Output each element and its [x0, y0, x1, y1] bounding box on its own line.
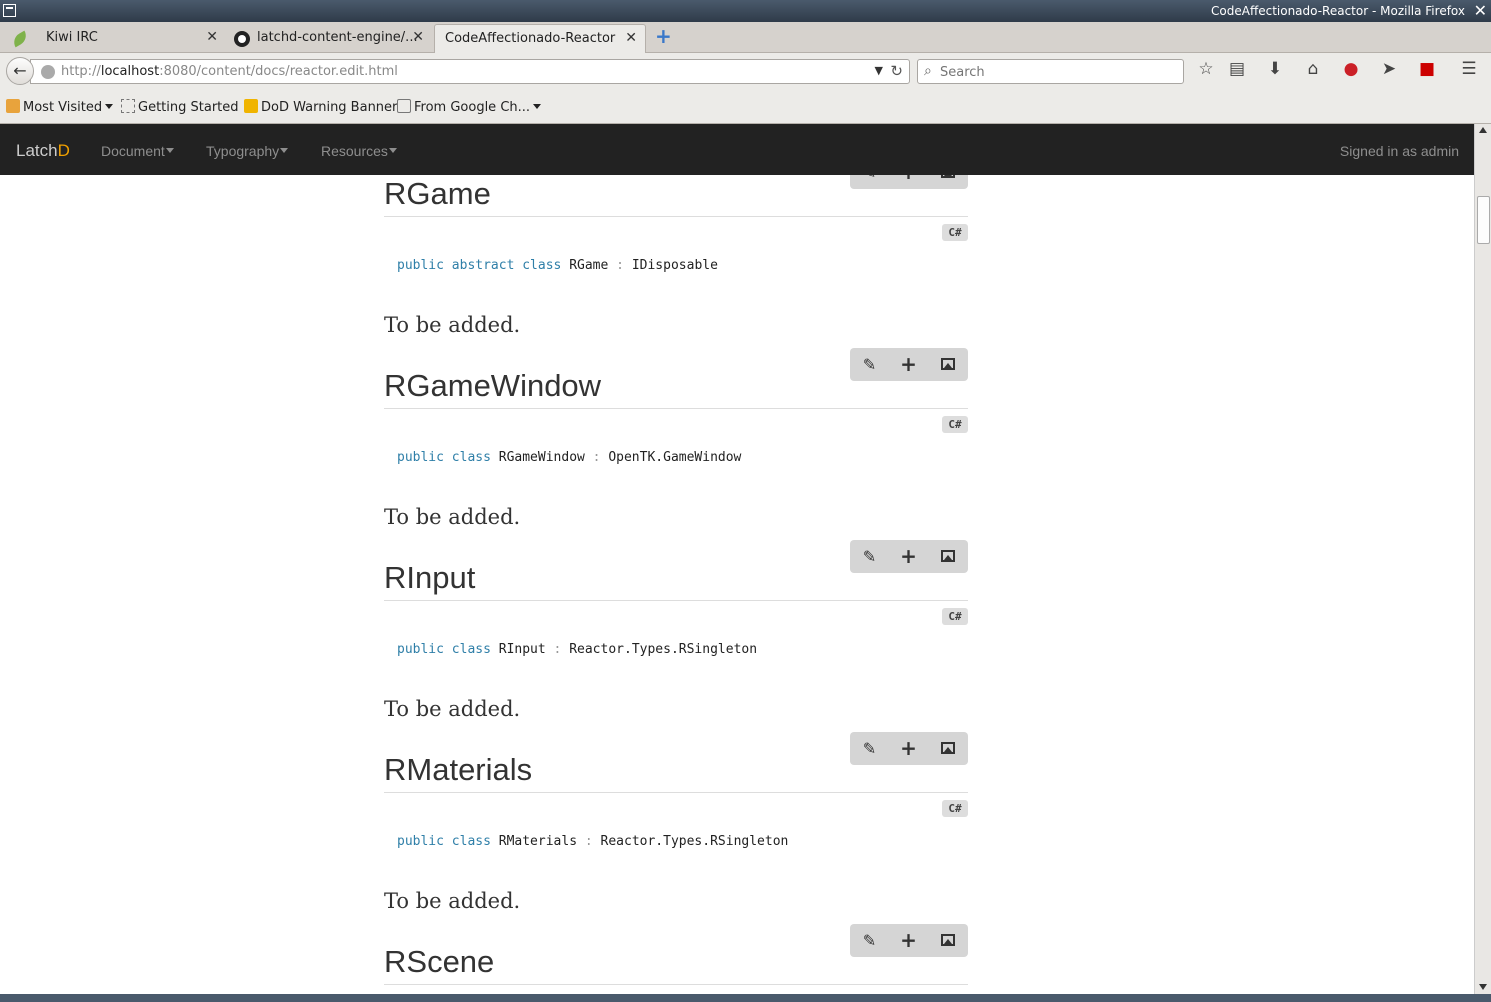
- site-identity-icon[interactable]: [41, 65, 55, 79]
- tab-close-icon[interactable]: ✕: [206, 29, 218, 45]
- section-divider: [384, 600, 968, 601]
- signed-in-user[interactable]: Signed in as admin: [1340, 143, 1459, 159]
- window-close-icon[interactable]: ✕: [1474, 1, 1487, 20]
- window-title: CodeAffectionado-Reactor - Mozilla Firef…: [1211, 4, 1465, 18]
- chevron-down-icon: [388, 148, 397, 153]
- search-icon: ⌕: [924, 63, 932, 79]
- language-badge: C#: [942, 416, 968, 433]
- url-history-dropdown-icon[interactable]: ▼: [875, 64, 883, 77]
- language-badge: C#: [942, 608, 968, 625]
- section-toolbar: ✎ +: [850, 732, 968, 765]
- page-viewport: LatchD Document Typography Resources Sig…: [0, 124, 1474, 994]
- code-signature: public class RMaterials : Reactor.Types.…: [397, 834, 789, 849]
- section-title: RScene: [384, 944, 495, 979]
- chevron-down-icon: [105, 104, 114, 109]
- chevron-down-icon: [165, 148, 174, 153]
- home-icon[interactable]: ⌂: [1300, 59, 1326, 83]
- section-toolbar: ✎ +: [850, 540, 968, 573]
- section-description: To be added.: [384, 505, 521, 529]
- chevron-down-icon: [533, 104, 542, 109]
- section-toolbar: ✎ +: [850, 924, 968, 957]
- downloads-icon[interactable]: ⬇: [1262, 59, 1288, 83]
- tab-close-icon[interactable]: ✕: [412, 29, 424, 45]
- add-plus-icon[interactable]: +: [889, 732, 928, 765]
- tab-codeaffectionado-reactor[interactable]: CodeAffectionado-Reactor ✕: [434, 24, 646, 53]
- brand-logo[interactable]: LatchD: [16, 141, 70, 161]
- scroll-up-icon[interactable]: [1479, 127, 1487, 133]
- section-description: To be added.: [384, 889, 521, 913]
- edit-pencil-icon[interactable]: ✎: [850, 348, 889, 381]
- section-divider: [384, 984, 968, 985]
- section-title: RGameWindow: [384, 368, 602, 403]
- tab-latchd-github[interactable]: latchd-content-engine/... ✕: [226, 24, 432, 53]
- scroll-down-icon[interactable]: [1479, 984, 1487, 990]
- tab-kiwi-irc[interactable]: Kiwi IRC ✕: [0, 24, 226, 53]
- bookmark-star-icon[interactable]: ☆: [1193, 59, 1219, 83]
- reload-icon[interactable]: ↻: [890, 62, 903, 80]
- page-icon: [121, 99, 135, 113]
- section-title: RInput: [384, 560, 476, 595]
- bookmarks-toolbar: Most Visited Getting Started DoD Warning…: [0, 89, 1491, 124]
- url-text[interactable]: http://localhost:8080/content/docs/react…: [61, 64, 398, 79]
- tab-label: latchd-content-engine/...: [257, 30, 418, 45]
- hamburger-menu-icon[interactable]: ☰: [1456, 59, 1482, 83]
- nav-document[interactable]: Document: [101, 143, 174, 159]
- insert-image-icon[interactable]: [928, 924, 967, 957]
- window-bottom-border: [0, 994, 1491, 1002]
- chevron-down-icon: [280, 148, 289, 153]
- insert-image-icon[interactable]: [928, 732, 967, 765]
- insert-image-icon[interactable]: [928, 540, 967, 573]
- github-icon: [234, 31, 250, 47]
- kiwi-leaf-icon: [10, 30, 30, 48]
- section-description: To be added.: [384, 697, 521, 721]
- window-title-bar: CodeAffectionado-Reactor - Mozilla Firef…: [0, 0, 1491, 22]
- section-divider: [384, 216, 968, 217]
- app-navbar: LatchD Document Typography Resources Sig…: [0, 124, 1474, 175]
- bookmark-from-google-chrome[interactable]: From Google Ch...: [397, 99, 542, 115]
- section-toolbar: ✎ +: [850, 348, 968, 381]
- edit-pencil-icon[interactable]: ✎: [850, 540, 889, 573]
- tab-label: CodeAffectionado-Reactor: [445, 31, 616, 46]
- back-button[interactable]: ←: [6, 57, 34, 85]
- bookmark-getting-started[interactable]: Getting Started: [121, 99, 239, 115]
- tab-close-icon[interactable]: ✕: [625, 30, 637, 46]
- code-signature: public class RInput : Reactor.Types.RSin…: [397, 642, 758, 657]
- pinterest-icon[interactable]: ●: [1338, 59, 1364, 83]
- scrollbar-thumb[interactable]: [1477, 196, 1490, 244]
- section-divider: [384, 408, 968, 409]
- edit-pencil-icon[interactable]: ✎: [850, 924, 889, 957]
- language-badge: C#: [942, 800, 968, 817]
- section-divider: [384, 792, 968, 793]
- add-plus-icon[interactable]: +: [889, 924, 928, 957]
- search-bar[interactable]: ⌕: [917, 59, 1184, 84]
- bookmark-most-visited[interactable]: Most Visited: [6, 99, 114, 115]
- new-tab-plus-icon[interactable]: +: [655, 24, 672, 48]
- nav-resources[interactable]: Resources: [321, 143, 397, 159]
- navigation-toolbar: http://localhost:8080/content/docs/react…: [0, 53, 1491, 89]
- add-plus-icon[interactable]: +: [889, 348, 928, 381]
- folder-icon: [6, 99, 20, 113]
- vertical-scrollbar[interactable]: [1474, 124, 1491, 994]
- folder-icon: [397, 99, 411, 113]
- window-menu-icon[interactable]: [3, 4, 16, 17]
- section-description: To be added.: [384, 313, 521, 337]
- dod-icon: [244, 99, 258, 113]
- tab-bar: Kiwi IRC ✕ latchd-content-engine/... ✕ C…: [0, 22, 1491, 53]
- url-bar[interactable]: http://localhost:8080/content/docs/react…: [30, 59, 910, 84]
- code-signature: public abstract class RGame : IDisposabl…: [397, 258, 718, 273]
- tab-label: Kiwi IRC: [46, 30, 98, 45]
- reading-list-icon[interactable]: ▤: [1224, 59, 1250, 83]
- nav-typography[interactable]: Typography: [206, 143, 289, 159]
- insert-image-icon[interactable]: [928, 348, 967, 381]
- edit-pencil-icon[interactable]: ✎: [850, 732, 889, 765]
- search-input[interactable]: [940, 63, 1170, 81]
- bookmark-dod-warning-banner[interactable]: DoD Warning Banner: [244, 99, 397, 115]
- add-plus-icon[interactable]: +: [889, 540, 928, 573]
- section-title: RMaterials: [384, 752, 533, 787]
- section-title: RGame: [384, 176, 491, 211]
- language-badge: C#: [942, 224, 968, 241]
- addon-icon[interactable]: ■: [1414, 59, 1440, 83]
- send-icon[interactable]: ➤: [1376, 59, 1402, 83]
- code-signature: public class RGameWindow : OpenTK.GameWi…: [397, 450, 742, 465]
